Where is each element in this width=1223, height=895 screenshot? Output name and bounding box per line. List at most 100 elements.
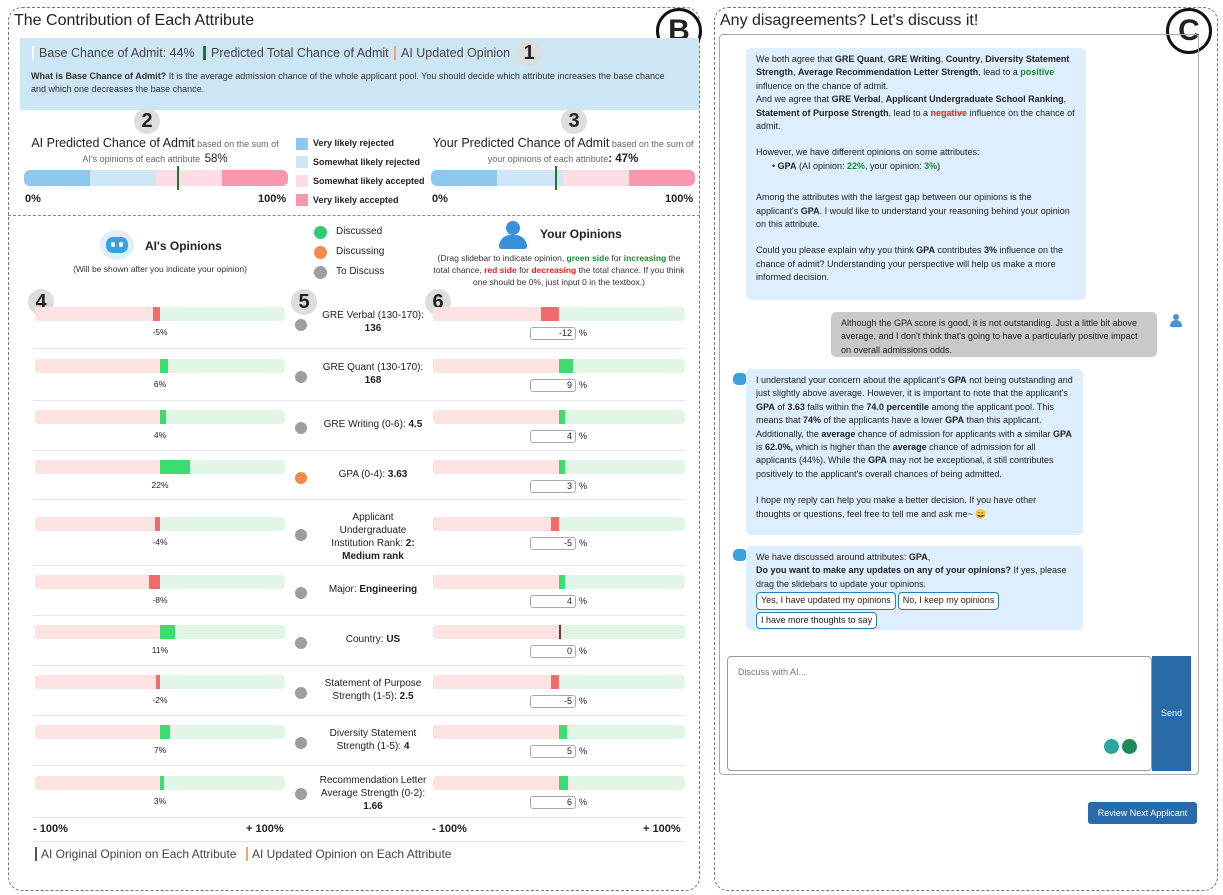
ai-opinion-fill [160, 359, 169, 373]
msg-bold: 3% [983, 245, 997, 256]
msg-bold: GPA [908, 552, 928, 562]
ai-opinion-track [35, 725, 285, 739]
ai-opinions-note: (Will be shown after you indicate your o… [73, 264, 247, 274]
your-opinion-fill[interactable] [559, 359, 573, 373]
your-opinion-fill[interactable] [540, 307, 559, 321]
percent-sign: % [579, 431, 588, 441]
more-thoughts-button[interactable]: I have more thoughts to say [756, 611, 878, 630]
your-opinion-input[interactable]: -5 [530, 695, 576, 708]
your-opinion-fill[interactable] [551, 675, 559, 689]
attribute-row: -4% Applicant Undergraduate Institution Ran… [33, 500, 685, 566]
your-opinion-input[interactable]: 4 [530, 430, 576, 443]
status-dot [295, 371, 307, 383]
your-opinion-slider[interactable] [433, 517, 685, 531]
ai-opinion-track [35, 625, 285, 639]
msg-text: , your opinion: [865, 160, 925, 171]
ai-opinion-value: 6% [153, 379, 167, 389]
msg-text: chance of admission for applicants with … [855, 428, 1053, 439]
msg-text: of [774, 401, 788, 412]
your-opinions-title: Your Opinions [540, 227, 622, 241]
legend-very-rejected: Very likely rejected [313, 138, 395, 148]
legend-ai-original: AI Original Opinion on Each Attribute [35, 847, 236, 861]
ai-predicted-marker [177, 166, 180, 190]
attribute-row: -8% Major: Engineering 4% [33, 566, 685, 616]
bar-segment [497, 170, 563, 186]
your-opinion-fill[interactable] [559, 575, 566, 589]
no-keep-button[interactable]: No, I keep my opinions [897, 592, 1000, 610]
status-discussed-dot [314, 226, 327, 239]
your-opinion-slider[interactable] [433, 307, 685, 321]
your-opinion-fill[interactable] [559, 410, 566, 424]
percent-sign: % [579, 797, 588, 807]
msg-text: ) [937, 160, 941, 171]
your-opinion-input[interactable]: 4 [530, 595, 576, 608]
your-opinion-fill[interactable] [559, 460, 565, 474]
grammar-check-icon[interactable] [1122, 739, 1137, 754]
bar-segment [24, 170, 90, 186]
msg-bold: average [892, 442, 927, 453]
base-info-question: What is Base Chance of Admit? [31, 71, 167, 81]
ai-opinion-value: 7% [153, 745, 167, 755]
your-opinion-input[interactable]: 9 [530, 379, 576, 392]
send-button[interactable]: Send [1152, 656, 1191, 771]
msg-text: I understand your concern about the appl… [756, 375, 948, 385]
msg-text: is [756, 442, 765, 453]
legend-swatch-very-rejected [296, 138, 308, 150]
your-opinions-note: (Drag slidebar to indicate opinion, gree… [430, 252, 688, 288]
attribute-label: Statement of Purpose Strength (1-5): 2.5 [324, 678, 422, 702]
msg-ai-value: 22% [847, 160, 866, 171]
your-opinion-slider[interactable] [433, 776, 685, 790]
your-opinion-input[interactable]: 6 [530, 796, 576, 809]
status-dot [295, 587, 307, 599]
attribute-label: GRE Verbal (130-170): 136 [322, 310, 424, 334]
bar-segment [563, 170, 629, 186]
chat-window[interactable]: We both agree that GRE Quant, GRE Writin… [719, 34, 1199, 775]
msg-text: And we agree that [756, 94, 832, 105]
hint-bulb-icon[interactable] [1104, 739, 1119, 754]
percent-sign: % [579, 696, 588, 706]
your-opinion-fill[interactable] [559, 725, 567, 739]
your-opinion-input[interactable]: -5 [530, 537, 576, 550]
bar-segment [222, 170, 288, 186]
attribute-row: 4% GRE Writing (0-6): 4.5 4% [33, 401, 685, 451]
your-opinion-slider[interactable] [433, 575, 685, 589]
chat-input-placeholder: Discuss with AI... [738, 667, 807, 677]
your-opinion-slider[interactable] [433, 410, 685, 424]
review-next-applicant-button[interactable]: Review Next Applicant [1088, 802, 1197, 824]
attribute-label: Recommendation Letter Average Strength (0… [319, 775, 427, 812]
msg-text: , lead to a [888, 107, 931, 118]
your-opinion-input[interactable]: 0 [530, 645, 576, 658]
your-opinion-fill[interactable] [551, 517, 559, 531]
msg-bold: GPA [756, 401, 775, 412]
ai-avatar-icon [733, 549, 747, 561]
your-opinion-fill[interactable] [559, 776, 569, 790]
your-predicted-bar [431, 170, 695, 186]
legend-swatch-very-accepted [296, 194, 308, 206]
ai-opinion-track [35, 359, 285, 373]
msg-bold: GPA [777, 160, 797, 171]
ai-opinion-track [35, 675, 285, 689]
ai-opinion-fill [160, 776, 165, 790]
status-to-discuss-dot [314, 266, 327, 279]
your-opinion-input[interactable]: 5 [530, 745, 576, 758]
your-opinion-slider[interactable] [433, 359, 685, 373]
ai-opinion-track [35, 410, 285, 424]
ai-opinion-value: 22% [151, 480, 169, 490]
your-opinion-input[interactable]: -12 [530, 327, 576, 340]
bar-segment [156, 170, 222, 186]
ai-message-3: We have discussed around attributes: GPA… [746, 546, 1083, 630]
your-opinion-slider[interactable] [433, 625, 685, 639]
attribute-label: Diversity Statement Strength (1-5): 4 [329, 728, 417, 752]
marker-1: 1 [516, 40, 542, 66]
bar-segment [431, 170, 497, 186]
your-opinion-input[interactable]: 3 [530, 480, 576, 493]
msg-bold: GRE Quant [834, 54, 883, 64]
your-opinion-slider[interactable] [433, 725, 685, 739]
ai-bar-max: 100% [258, 193, 287, 205]
your-opinion-slider[interactable] [433, 675, 685, 689]
your-opinion-slider[interactable] [433, 460, 685, 474]
chat-input[interactable]: Discuss with AI... [727, 656, 1152, 771]
yes-updated-button[interactable]: Yes, I have updated my opinions [756, 592, 896, 610]
msg-text: , lead to a [978, 67, 1021, 78]
your-opinion-fill[interactable] [559, 625, 561, 639]
